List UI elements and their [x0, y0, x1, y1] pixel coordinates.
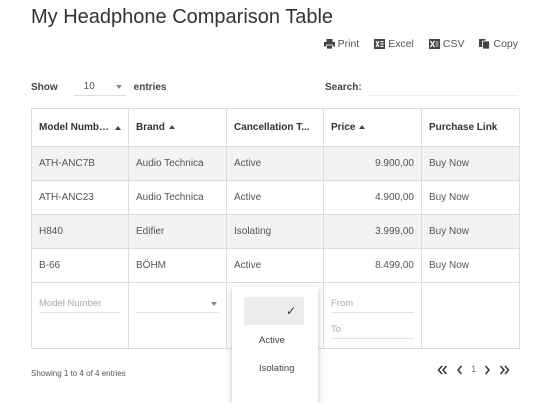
buy-now-link[interactable]: Buy Now [421, 248, 520, 283]
dropdown-option-all[interactable]: ✓ [244, 297, 304, 325]
copy-button[interactable]: Copy [479, 38, 518, 50]
excel-label: Excel [388, 38, 414, 50]
search-control: Search: [325, 78, 518, 96]
first-page-button[interactable] [437, 365, 448, 375]
header-brand-label: Brand [136, 122, 165, 133]
price-from-input[interactable] [331, 295, 414, 313]
cell-brand: Audio Technica [128, 146, 227, 181]
table-info: Showing 1 to 4 of 4 entries [31, 369, 126, 378]
print-button[interactable]: Print [323, 38, 360, 50]
page-number-button[interactable]: 1 [471, 364, 476, 375]
filter-cell-link [421, 282, 520, 349]
previous-page-button[interactable] [456, 365, 463, 375]
cancellation-filter-dropdown: ✓ Active Isolating [232, 287, 318, 403]
cell-cancellation: Active [226, 146, 324, 181]
export-toolbar: Print Excel CSV Copy [323, 38, 518, 50]
table-row: H840 Edifier Isolating 3.999,00 Buy Now [31, 214, 520, 249]
chevron-left-icon [457, 365, 463, 374]
header-model-number-label: Model Numbe... [39, 122, 111, 133]
pagination: 1 [437, 364, 510, 375]
dropdown-option-isolating[interactable]: Isolating [259, 363, 294, 374]
header-cancellation-label: Cancellation T... [234, 122, 310, 133]
table-row: ATH-ANC23 Audio Technica Active 4.900,00… [31, 180, 520, 215]
csv-button[interactable]: CSV [428, 38, 465, 50]
csv-icon [428, 39, 440, 49]
cell-brand: BÖHM [128, 248, 227, 283]
sort-asc-icon [115, 125, 121, 130]
table-row: ATH-ANC7B Audio Technica Active 9.900,00… [31, 146, 520, 181]
cell-cancellation: Active [226, 180, 324, 215]
search-label: Search: [325, 81, 362, 93]
header-price-label: Price [331, 122, 356, 133]
header-purchase-link[interactable]: Purchase Link [421, 108, 520, 147]
cell-cancellation: Active [226, 248, 324, 283]
check-icon: ✓ [285, 304, 296, 318]
chevron-down-icon [115, 84, 122, 89]
header-row: Model Numbe... Brand Cancellation T... P… [31, 108, 520, 147]
buy-now-link[interactable]: Buy Now [421, 214, 520, 249]
header-cancellation-type[interactable]: Cancellation T... [226, 108, 324, 147]
excel-button[interactable]: Excel [374, 38, 414, 50]
copy-label: Copy [493, 38, 518, 50]
buy-now-link[interactable]: Buy Now [421, 180, 520, 215]
header-brand[interactable]: Brand [128, 108, 227, 147]
double-chevron-left-icon [437, 365, 448, 374]
show-label: Show [31, 81, 58, 93]
chevron-down-icon [211, 301, 217, 306]
cell-model: ATH-ANC7B [31, 146, 129, 181]
page-title: My Headphone Comparison Table [31, 6, 334, 28]
sort-asc-icon [168, 125, 175, 130]
header-purchase-link-label: Purchase Link [429, 122, 498, 133]
model-number-filter-input[interactable] [39, 295, 121, 313]
brand-filter-select[interactable] [136, 295, 219, 313]
search-input[interactable] [367, 78, 518, 96]
cell-price: 3.999,00 [323, 214, 422, 249]
table-row: B-66 BÖHM Active 8.499,00 Buy Now [31, 248, 520, 283]
last-page-button[interactable] [499, 365, 510, 375]
price-to-input[interactable] [331, 321, 414, 339]
double-chevron-right-icon [500, 365, 510, 374]
copy-icon [479, 39, 491, 49]
cell-brand: Edifier [128, 214, 227, 249]
filter-cell-brand [128, 282, 227, 349]
cell-price: 8.499,00 [323, 248, 422, 283]
buy-now-link[interactable]: Buy Now [421, 146, 520, 181]
header-model-number[interactable]: Model Numbe... [31, 108, 129, 147]
print-label: Print [337, 38, 360, 50]
entries-label: entries [133, 81, 167, 93]
length-control: Show 10 entries [31, 78, 166, 96]
cell-cancellation: Isolating [226, 214, 324, 249]
entries-per-page-value: 10 [83, 81, 95, 92]
cell-model: ATH-ANC23 [31, 180, 129, 215]
csv-label: CSV [442, 38, 465, 50]
next-page-button[interactable] [484, 365, 491, 375]
printer-icon [323, 39, 335, 49]
cell-price: 9.900,00 [323, 146, 422, 181]
entries-per-page-select[interactable]: 10 [73, 78, 126, 96]
cell-price: 4.900,00 [323, 180, 422, 215]
cell-model: H840 [31, 214, 129, 249]
dropdown-option-active[interactable]: Active [259, 335, 285, 346]
sort-asc-icon [359, 125, 366, 130]
chevron-right-icon [485, 365, 491, 374]
cell-model: B-66 [31, 248, 129, 283]
filter-cell-price [323, 282, 422, 349]
cell-brand: Audio Technica [128, 180, 227, 215]
header-price[interactable]: Price [323, 108, 422, 147]
excel-icon [374, 39, 386, 49]
filter-cell-model [31, 282, 129, 349]
